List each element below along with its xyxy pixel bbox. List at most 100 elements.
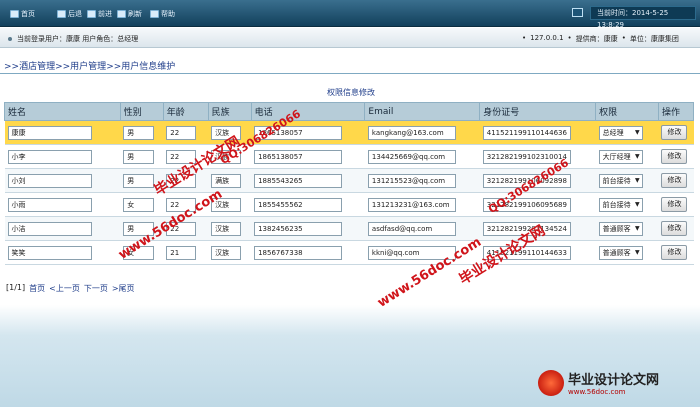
- unit-text: 单位：康康集团: [629, 35, 679, 43]
- cell-phone: 1856767338: [251, 240, 365, 265]
- prev-page-link[interactable]: <上一页: [49, 283, 80, 294]
- gender-field[interactable]: 男: [123, 149, 155, 164]
- name-field[interactable]: 笑笑: [7, 245, 92, 260]
- header-gender: 性别: [119, 102, 164, 121]
- top-toolbar: 首页 后退 前进 刷新 帮助 当前时间：2014-5-25 13:8:29: [0, 0, 700, 29]
- edit-button[interactable]: 修改: [661, 173, 688, 188]
- id-field[interactable]: 411521199110144636: [482, 125, 571, 140]
- refresh-icon: [117, 9, 126, 18]
- edit-button[interactable]: 修改: [661, 149, 688, 164]
- role-value: 普通顾客: [602, 224, 631, 233]
- role-select[interactable]: 普通顾客 ▼: [598, 221, 643, 236]
- site-logo: 毕业设计论文网 www.56doc.com: [538, 369, 659, 396]
- bullet-icon: •: [621, 34, 626, 42]
- cell-email: 134425669@qq.com: [364, 144, 480, 169]
- cell-nation: 汉族: [208, 216, 252, 241]
- home-button[interactable]: 首页: [10, 8, 35, 19]
- last-page-link[interactable]: >尾页: [112, 283, 135, 294]
- cell-gender: 男: [120, 120, 164, 145]
- cell-name: 笑笑: [4, 240, 121, 265]
- nation-field[interactable]: 汉族: [211, 245, 242, 260]
- help-label: 帮助: [161, 9, 175, 18]
- ip-address: 127.0.0.1: [530, 34, 564, 42]
- first-page-link[interactable]: 首页: [29, 283, 45, 294]
- cell-phone: 1855455562: [251, 192, 365, 217]
- cell-name: 小李: [4, 144, 121, 169]
- email-field[interactable]: kangkang@163.com: [367, 125, 456, 140]
- cell-nation: 汉族: [208, 240, 252, 265]
- cell-gender: 男: [120, 144, 164, 169]
- login-info: 当前登录用户：康康 用户角色：总经理: [8, 34, 138, 44]
- gender-field[interactable]: 女: [123, 197, 155, 212]
- forward-label: 前进: [98, 9, 112, 18]
- refresh-label: 刷新: [128, 9, 142, 18]
- role-value: 前台接待: [602, 176, 631, 185]
- name-field[interactable]: 小刘: [7, 173, 92, 188]
- bullet-icon: [8, 37, 12, 41]
- breadcrumb-hotel[interactable]: >>酒店管理: [4, 62, 55, 72]
- phone-field[interactable]: 1382456235: [254, 221, 343, 236]
- edit-button[interactable]: 修改: [661, 197, 688, 212]
- help-button[interactable]: 帮助: [150, 8, 175, 19]
- phone-field[interactable]: 1856767338: [254, 245, 343, 260]
- table-row: 小洁男 22 汉族 1382456235 asdfasd@qq.com 321282199…: [4, 216, 694, 241]
- name-field[interactable]: 康康: [7, 125, 92, 140]
- chevron-down-icon: ▼: [634, 224, 640, 232]
- role-select[interactable]: 前台接待 ▼: [598, 197, 643, 212]
- email-field[interactable]: 131215523@qq.com: [367, 173, 456, 188]
- header-id-number: 身份证号: [479, 102, 597, 121]
- forward-button[interactable]: 前进: [87, 8, 112, 19]
- phone-field[interactable]: 1865138057: [254, 149, 343, 164]
- provider-text: 提供商：康康: [575, 35, 618, 43]
- chevron-down-icon: ▼: [634, 248, 640, 256]
- cell-action: 修改: [658, 192, 694, 217]
- email-field[interactable]: asdfasd@qq.com: [367, 221, 456, 236]
- bullet-icon: •: [567, 34, 572, 42]
- email-field[interactable]: 134425669@qq.com: [367, 149, 456, 164]
- role-value: 总经理: [602, 128, 624, 137]
- age-field[interactable]: 21: [166, 245, 197, 260]
- gender-field[interactable]: 男: [123, 125, 155, 140]
- gender-field[interactable]: 男: [123, 173, 155, 188]
- table-row: 小雨女 22 汉族 1855455562 131213231@163.com 321282…: [4, 192, 694, 217]
- name-field[interactable]: 小雨: [7, 197, 92, 212]
- breadcrumb-user-management[interactable]: >>用户管理: [55, 62, 106, 72]
- cell-name: 小洁: [4, 216, 121, 241]
- chevron-down-icon: ▼: [634, 176, 640, 184]
- age-field[interactable]: 22: [166, 125, 197, 140]
- home-label: 首页: [21, 9, 35, 18]
- next-page-link[interactable]: 下一页: [84, 283, 108, 294]
- table-caption: 权限信息修改: [327, 88, 375, 97]
- role-select[interactable]: 总经理 ▼: [598, 125, 643, 140]
- cell-age: 21: [163, 240, 209, 265]
- role-select[interactable]: 前台接待 ▼: [598, 173, 643, 188]
- edit-button[interactable]: 修改: [661, 125, 688, 140]
- nation-field[interactable]: 汉族: [211, 221, 242, 236]
- name-field[interactable]: 小李: [7, 149, 92, 164]
- phone-field[interactable]: 1885543265: [254, 173, 343, 188]
- breadcrumb-user-info[interactable]: >>用户信息维护: [106, 62, 175, 72]
- forward-icon: [87, 9, 96, 18]
- edit-button[interactable]: 修改: [661, 245, 688, 260]
- email-field[interactable]: 131213231@163.com: [367, 197, 456, 212]
- refresh-button[interactable]: 刷新: [117, 8, 142, 19]
- role-select[interactable]: 大厅经理 ▼: [598, 149, 643, 164]
- back-button[interactable]: 后退: [57, 8, 82, 19]
- role-value: 前台接待: [602, 200, 631, 209]
- cell-action: 修改: [658, 168, 694, 193]
- name-field[interactable]: 小洁: [7, 221, 92, 236]
- cell-role: 前台接待 ▼: [595, 192, 659, 217]
- back-label: 后退: [68, 9, 82, 18]
- header-email: Email: [364, 102, 481, 121]
- role-select[interactable]: 普通顾客 ▼: [598, 245, 643, 260]
- cell-role: 大厅经理 ▼: [595, 144, 659, 169]
- cell-action: 修改: [658, 144, 694, 169]
- breadcrumb: >>酒店管理>>用户管理>>用户信息维护: [4, 59, 175, 72]
- cell-phone: 1885543265: [251, 168, 365, 193]
- role-value: 大厅经理: [602, 152, 631, 161]
- phone-field[interactable]: 1855455562: [254, 197, 343, 212]
- edit-button[interactable]: 修改: [661, 221, 688, 236]
- cell-name: 小雨: [4, 192, 121, 217]
- table-row: 小刘男 22 满族 1885543265 131215523@qq.com 3212821…: [4, 168, 694, 193]
- nation-field[interactable]: 满族: [211, 173, 242, 188]
